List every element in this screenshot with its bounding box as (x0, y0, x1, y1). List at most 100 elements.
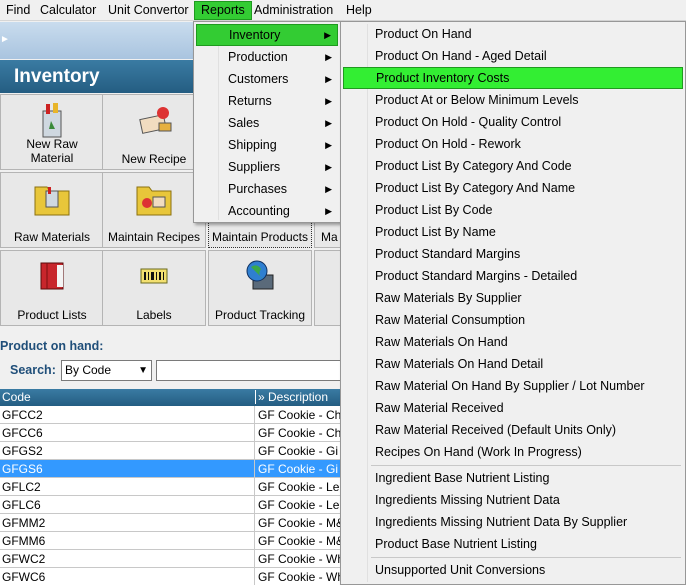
search-mode-value: By Code (65, 363, 112, 377)
arrow-icon: ► (0, 34, 10, 45)
cell-description: GF Cookie - Gi (254, 460, 350, 478)
cell-description: GF Cookie - Ch (254, 406, 350, 424)
submenu-item-unsupported-unit-conversions[interactable]: Unsupported Unit Conversions (343, 559, 683, 581)
submenu-item-recipes-on-hand[interactable]: Recipes On Hand (Work In Progress) (343, 441, 683, 463)
table-row[interactable]: GFLC2 GF Cookie - Le (0, 478, 350, 496)
tile-label: Labels (136, 308, 172, 322)
tile-maintain-recipes[interactable]: Maintain Recipes (102, 172, 206, 248)
table-row[interactable]: GFLC6 GF Cookie - Le (0, 496, 350, 514)
submenu-item-raw-material-received-default-units[interactable]: Raw Material Received (Default Units Onl… (343, 419, 683, 441)
menu-item-suppliers[interactable]: Suppliers ▶ (196, 156, 338, 178)
submenu-item-ingredients-missing-nutrient-data-supplier[interactable]: Ingredients Missing Nutrient Data By Sup… (343, 511, 683, 533)
folder-bag-icon (34, 186, 70, 216)
menu-bar: Find Calculator Unit Convertor Reports A… (0, 0, 686, 21)
chevron-down-icon: ▼ (138, 365, 148, 376)
menu-calculator[interactable]: Calculator (34, 1, 102, 20)
cell-code: GFWC2 (2, 552, 46, 566)
tile-label: Maintain Recipes (107, 230, 201, 244)
submenu-item-raw-material-received[interactable]: Raw Material Received (343, 397, 683, 419)
menu-unit-convertor[interactable]: Unit Convertor (102, 1, 195, 20)
submenu-item-product-inventory-costs[interactable]: Product Inventory Costs (343, 67, 683, 89)
chevron-right-icon: ▶ (324, 30, 331, 40)
submenu-item-ingredients-missing-nutrient-data[interactable]: Ingredients Missing Nutrient Data (343, 489, 683, 511)
table-row[interactable]: GFMM2 GF Cookie - M& (0, 514, 350, 532)
folder-recipe-icon (136, 186, 172, 216)
chevron-right-icon: ▶ (325, 52, 332, 62)
table-row[interactable]: GFCC6 GF Cookie - Ch (0, 424, 350, 442)
grid-header: Code » Description (0, 389, 350, 406)
menu-item-returns[interactable]: Returns ▶ (196, 90, 338, 112)
column-header-description[interactable]: » Description (255, 390, 350, 404)
submenu-item-product-base-nutrient-listing[interactable]: Product Base Nutrient Listing (343, 533, 683, 555)
chevron-right-icon: ▶ (325, 184, 332, 194)
menu-item-shipping[interactable]: Shipping ▶ (196, 134, 338, 156)
menu-separator (371, 465, 681, 466)
product-on-hand-label: Product on hand: (0, 339, 104, 353)
submenu-item-raw-materials-on-hand-detail[interactable]: Raw Materials On Hand Detail (343, 353, 683, 375)
menu-administration[interactable]: Administration (248, 1, 339, 20)
bag-icon (42, 103, 62, 138)
cell-description: GF Cookie - Wh (254, 568, 350, 585)
submenu-item-product-below-minimum[interactable]: Product At or Below Minimum Levels (343, 89, 683, 111)
cell-code: GFGS2 (2, 444, 43, 458)
menu-item-inventory[interactable]: Inventory ▶ (196, 24, 338, 46)
chevron-right-icon: ▶ (325, 140, 332, 150)
menu-reports[interactable]: Reports (194, 1, 252, 20)
submenu-item-product-list-name[interactable]: Product List By Name (343, 221, 683, 243)
submenu-item-raw-materials-by-supplier[interactable]: Raw Materials By Supplier (343, 287, 683, 309)
tile-product-lists[interactable]: Product Lists (0, 250, 104, 326)
submenu-item-product-on-hand-aged-detail[interactable]: Product On Hand - Aged Detail (343, 45, 683, 67)
menu-item-label: Purchases (228, 182, 288, 196)
submenu-item-ingredient-base-nutrient-listing[interactable]: Ingredient Base Nutrient Listing (343, 467, 683, 489)
tile-product-tracking[interactable]: Product Tracking (208, 250, 312, 326)
table-row[interactable]: GFMM6 GF Cookie - M& (0, 532, 350, 550)
chevron-right-icon: ▶ (325, 162, 332, 172)
table-row[interactable]: GFWC6 GF Cookie - Wh (0, 568, 350, 585)
search-label: Search: (10, 363, 56, 377)
menu-find[interactable]: Find (0, 1, 36, 20)
tile-raw-materials[interactable]: Raw Materials (0, 172, 104, 248)
submenu-item-raw-material-consumption[interactable]: Raw Material Consumption (343, 309, 683, 331)
submenu-item-product-on-hand[interactable]: Product On Hand (343, 23, 683, 45)
submenu-item-product-list-category-name[interactable]: Product List By Category And Name (343, 177, 683, 199)
chevron-right-icon: ▶ (325, 206, 332, 216)
submenu-item-product-standard-margins[interactable]: Product Standard Margins (343, 243, 683, 265)
submenu-item-product-on-hold-rework[interactable]: Product On Hold - Rework (343, 133, 683, 155)
menu-item-sales[interactable]: Sales ▶ (196, 112, 338, 134)
column-header-code[interactable]: Code (2, 390, 31, 404)
menu-separator (371, 557, 681, 558)
menu-item-purchases[interactable]: Purchases ▶ (196, 178, 338, 200)
menu-help[interactable]: Help (340, 1, 378, 20)
search-input[interactable] (156, 360, 356, 381)
table-row[interactable]: GFWC2 GF Cookie - Wh (0, 550, 350, 568)
tile-new-raw-material[interactable]: New Raw Material (0, 94, 104, 170)
tile-label: Product Lists (17, 308, 87, 322)
cell-code: GFMM2 (2, 516, 46, 530)
submenu-item-product-list-category-code[interactable]: Product List By Category And Code (343, 155, 683, 177)
menu-item-production[interactable]: Production ▶ (196, 46, 338, 68)
submenu-item-product-standard-margins-detailed[interactable]: Product Standard Margins - Detailed (343, 265, 683, 287)
chevron-right-icon: ▶ (325, 74, 332, 84)
cell-code: GFGS6 (2, 462, 43, 476)
table-row[interactable]: GFCC2 GF Cookie - Ch (0, 406, 350, 424)
menu-item-accounting[interactable]: Accounting ▶ (196, 200, 338, 222)
tile-labels[interactable]: Labels (102, 250, 206, 326)
search-mode-select[interactable]: By Code ▼ (61, 360, 152, 381)
cell-description: GF Cookie - Le (254, 496, 350, 514)
tile-label: Ma (321, 230, 338, 244)
inventory-submenu: Product On Hand Product On Hand - Aged D… (340, 21, 686, 585)
tile-label: Product Tracking (214, 308, 306, 322)
submenu-item-product-on-hold-qc[interactable]: Product On Hold - Quality Control (343, 111, 683, 133)
menu-item-label: Customers (228, 72, 289, 86)
cell-description: GF Cookie - Wh (254, 550, 350, 568)
tile-new-recipe[interactable]: New Recipe (102, 94, 206, 170)
section-title: Inventory (14, 66, 100, 87)
menu-item-customers[interactable]: Customers ▶ (196, 68, 338, 90)
table-row[interactable]: GFGS2 GF Cookie - Gi (0, 442, 350, 460)
submenu-item-raw-material-on-hand-supplier-lot[interactable]: Raw Material On Hand By Supplier / Lot N… (343, 375, 683, 397)
table-row-selected[interactable]: GFGS6 GF Cookie - Gi (0, 460, 350, 478)
cell-code: GFWC6 (2, 570, 46, 584)
tile-label: Raw Materials (13, 230, 91, 244)
submenu-item-product-list-code[interactable]: Product List By Code (343, 199, 683, 221)
submenu-item-raw-materials-on-hand[interactable]: Raw Materials On Hand (343, 331, 683, 353)
